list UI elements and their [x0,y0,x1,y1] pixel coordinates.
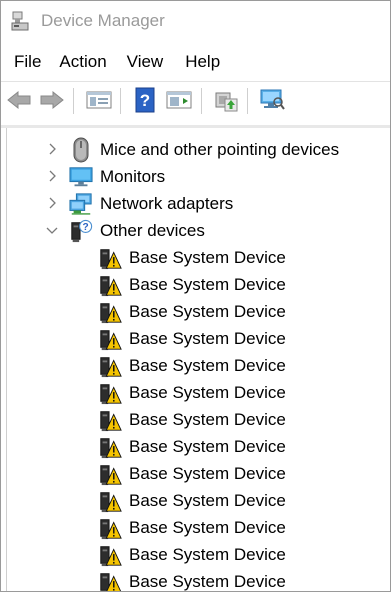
tree-device-base-system-device[interactable]: Base System Device [98,325,286,352]
tree-device-label: Base System Device [129,328,286,348]
device-manager-app-icon [11,11,29,31]
tree-category-label: Other devices [100,220,205,240]
tree-device-label: Base System Device [129,571,286,591]
tree-device-base-system-device[interactable]: Base System Device [98,298,286,325]
forward-icon [40,90,64,110]
device-warning-icon [98,381,122,405]
device-warning-icon [98,489,122,513]
device-warning-icon [98,543,122,567]
tree-device-label: Base System Device [129,517,286,537]
mouse-icon [69,137,93,162]
menu-help[interactable]: Help [179,48,226,76]
toolbar: ? [1,81,390,118]
tree-device-label: Base System Device [129,490,286,510]
device-warning-icon [98,300,122,324]
device-warning-icon [98,516,122,540]
tree-device-label: Base System Device [129,301,286,321]
help-button[interactable]: ? [131,86,159,114]
properties-button[interactable] [85,86,113,114]
device-warning-icon [98,408,122,432]
scan-hardware-icon [260,89,285,110]
back-button[interactable] [5,86,33,114]
help-icon: ? [135,87,155,113]
tree-device-base-system-device[interactable]: Base System Device [98,487,286,514]
svg-text:?: ? [140,91,150,110]
menu-action[interactable]: Action [53,48,112,76]
device-warning-icon [98,273,122,297]
svg-text:?: ? [83,222,89,233]
tree-category-monitors[interactable]: Monitors [45,163,165,190]
properties-icon [86,91,112,109]
toolbar-separator [201,88,202,114]
tree-device-base-system-device[interactable]: Base System Device [98,244,286,271]
tree-category-label: Mice and other pointing devices [100,139,340,159]
tree-category-mice[interactable]: Mice and other pointing devices [45,136,339,163]
tree-device-base-system-device[interactable]: Base System Device [98,352,286,379]
monitor-icon [69,165,93,189]
tree-category-label: Monitors [100,166,166,186]
menu-view[interactable]: View [121,48,170,76]
toolbar-separator [247,88,248,114]
device-warning-icon [98,435,122,459]
chevron-right-icon[interactable] [45,169,59,183]
toolbar-separator [120,88,121,114]
tree-device-base-system-device[interactable]: Base System Device [98,460,286,487]
update-driver-icon [215,92,238,112]
tree-device-base-system-device[interactable]: Base System Device [98,568,286,591]
device-warning-icon [98,570,122,591]
menu-file[interactable]: File [8,48,47,76]
scan-hardware-button[interactable] [258,86,286,114]
device-manager-window: Device Manager File Action View Help ? M… [0,0,391,592]
tree-device-label: Base System Device [129,355,286,375]
tree-device-label: Base System Device [129,544,286,564]
chevron-down-icon[interactable] [45,223,59,237]
chevron-right-icon[interactable] [45,142,59,156]
forward-button[interactable] [38,86,66,114]
chevron-right-icon[interactable] [45,196,59,210]
tree-device-base-system-device[interactable]: Base System Device [98,514,286,541]
tree-device-base-system-device[interactable]: Base System Device [98,541,286,568]
tree-device-base-system-device[interactable]: Base System Device [98,406,286,433]
title-bar: Device Manager [1,1,390,45]
tree-left-border [6,128,7,591]
console-tree-icon [166,91,192,109]
tree-device-label: Base System Device [129,247,286,267]
tree-device-label: Base System Device [129,436,286,456]
console-tree-button[interactable] [165,86,193,114]
back-icon [7,90,31,110]
tree-device-label: Base System Device [129,409,286,429]
menu-bar: File Action View Help [1,47,390,77]
window-title: Device Manager [41,11,165,30]
tree-device-base-system-device[interactable]: Base System Device [98,271,286,298]
tree-device-base-system-device[interactable]: Base System Device [98,433,286,460]
tree-device-label: Base System Device [129,382,286,402]
tree-category-network-adapters[interactable]: Network adapters [45,190,233,217]
unknown-device-icon: ? [69,219,93,243]
toolbar-separator [73,88,74,114]
device-tree[interactable]: Mice and other pointing devices Monitors [1,125,390,591]
tree-category-other-devices[interactable]: ? Other devices [45,217,205,244]
tree-device-label: Base System Device [129,463,286,483]
tree-device-base-system-device[interactable]: Base System Device [98,379,286,406]
device-warning-icon [98,327,122,351]
tree-category-label: Network adapters [100,193,234,213]
device-warning-icon [98,462,122,486]
update-driver-button[interactable] [212,86,240,114]
device-warning-icon [98,354,122,378]
network-adapter-icon [69,192,93,216]
device-warning-icon [98,246,122,270]
tree-device-label: Base System Device [129,274,286,294]
